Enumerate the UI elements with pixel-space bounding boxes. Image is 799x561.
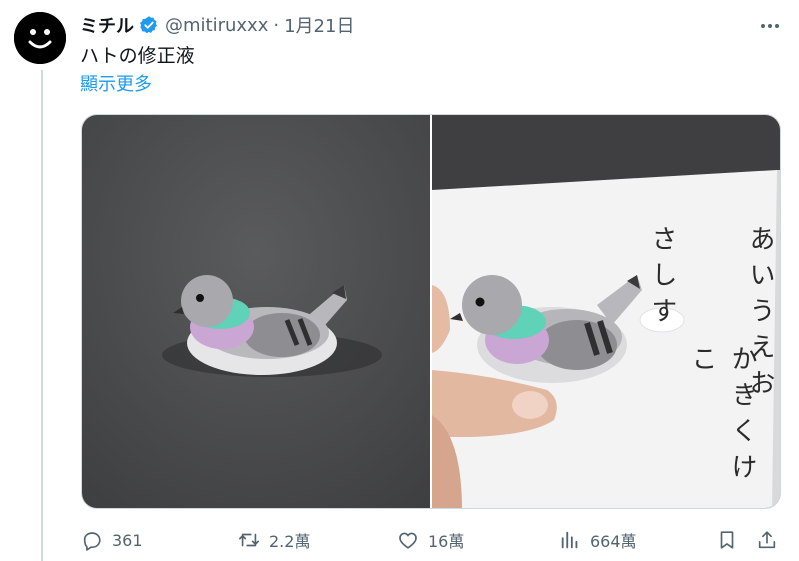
- bookmark-button[interactable]: [716, 525, 738, 555]
- verified-badge-icon: [140, 16, 157, 34]
- media-grid: あいうえお かきくけこ さしす: [81, 114, 781, 509]
- note-line-3: さしす: [647, 225, 677, 333]
- views-icon: [561, 531, 578, 549]
- more-options-icon[interactable]: [756, 14, 784, 38]
- show-more-link[interactable]: 顯示更多: [80, 73, 152, 97]
- like-count: 16萬: [428, 532, 465, 551]
- views-button[interactable]: 664萬: [559, 525, 637, 555]
- reply-count: 361: [112, 530, 143, 550]
- repost-button[interactable]: 2.2萬: [238, 525, 310, 555]
- author-name[interactable]: ミチル: [80, 12, 134, 38]
- smiley-avatar-icon: [14, 12, 66, 64]
- post-text: ハトの修正液: [80, 45, 195, 67]
- avatar[interactable]: [14, 12, 66, 64]
- author-handle[interactable]: @mitiruxxx: [165, 15, 268, 36]
- reply-button[interactable]: 361: [81, 525, 143, 555]
- like-button[interactable]: 16萬: [397, 525, 464, 555]
- repost-count: 2.2萬: [269, 532, 311, 551]
- action-bar: 361 2.2萬 16萬 664萬: [81, 525, 781, 555]
- bookmark-icon: [720, 531, 734, 549]
- note-line-2: かきくけこ: [687, 345, 757, 489]
- share-button[interactable]: [756, 525, 778, 555]
- repost-icon: [239, 533, 259, 547]
- separator-dot: ·: [273, 14, 280, 36]
- share-icon: [758, 531, 776, 549]
- thread-line: [41, 70, 43, 561]
- handwritten-note: あいうえお かきくけこ さしす: [642, 225, 780, 508]
- like-icon: [399, 532, 417, 549]
- post-date[interactable]: 1月21日: [284, 12, 354, 38]
- post-header: ミチル @mitiruxxx · 1月21日: [80, 12, 354, 38]
- views-count: 664萬: [590, 532, 637, 551]
- photo-pigeon-figure[interactable]: [82, 115, 430, 509]
- reply-icon: [83, 532, 101, 551]
